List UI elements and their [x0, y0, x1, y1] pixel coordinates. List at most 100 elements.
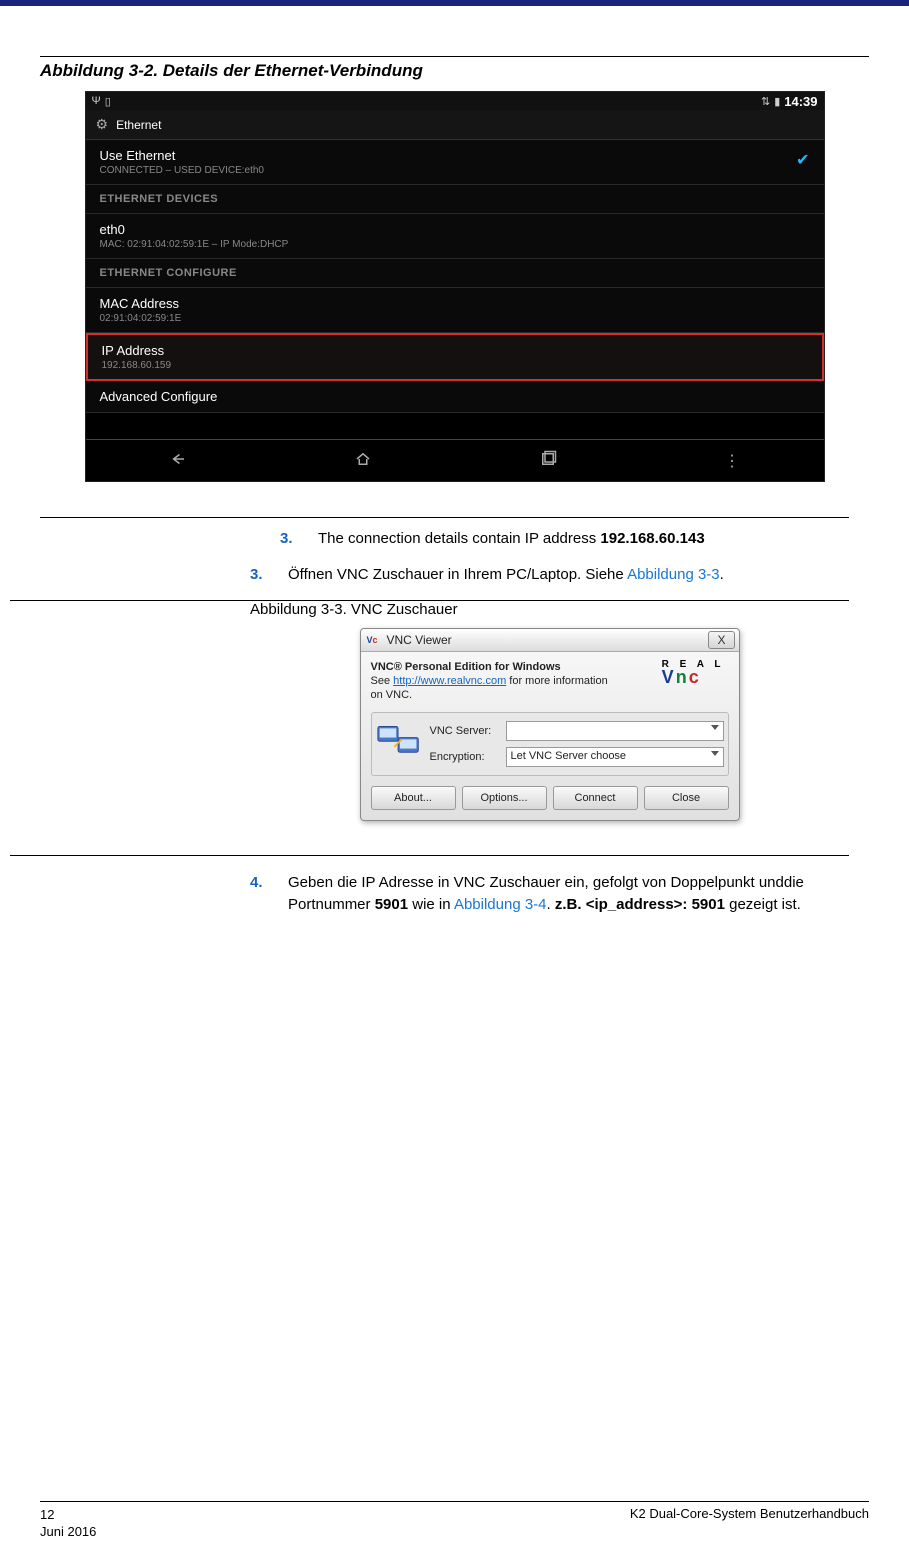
page-number: 12 — [40, 1506, 96, 1524]
vnc-fields: VNC Server: Encryption: Let VNC Server c… — [430, 721, 724, 767]
row-sub: CONNECTED – USED DEVICE:eth0 — [100, 165, 810, 176]
vnc-info-text: VNC® Personal Edition for Windows See ht… — [371, 660, 621, 703]
status-left-icons: Ψ ▯ — [92, 95, 111, 108]
page-footer: 12 Juni 2016 K2 Dual-Core-System Benutze… — [40, 1501, 869, 1541]
text: gezeigt ist. — [725, 896, 801, 913]
row-label: eth0 — [100, 222, 810, 237]
row-label: IP Address — [102, 343, 808, 358]
vnc-small-logo-icon: Vc — [367, 633, 381, 647]
ethernet-devices-header: ETHERNET DEVICES — [86, 185, 824, 214]
use-ethernet-row[interactable]: Use Ethernet CONNECTED – USED DEVICE:eth… — [86, 140, 824, 185]
dropdown-caret-icon — [711, 751, 719, 756]
text: . — [547, 896, 555, 913]
eth0-row[interactable]: eth0 MAC: 02:91:04:02:59:1E – IP Mode:DH… — [86, 214, 824, 259]
step-3b: 3. Öffnen VNC Zuschauer in Ihrem PC/Lapt… — [250, 564, 849, 586]
screen-blank-space — [86, 413, 824, 439]
example-bold: z.B. <ip_address>: 5901 — [555, 896, 725, 913]
nav-recent-button[interactable] — [539, 450, 557, 471]
ip-bold: 192.168.60.143 — [600, 530, 704, 547]
text: Öffnen VNC Zuschauer in Ihrem PC/Laptop.… — [288, 566, 627, 583]
notification-icon: ▯ — [105, 95, 111, 108]
step-4: 4. Geben die IP Adresse in VNC Zuschauer… — [250, 872, 849, 916]
vnc-server-input[interactable] — [506, 721, 724, 741]
figure-wrapper: Ψ ▯ ⇅ ▮ 14:39 ⚙ Ethernet Use Ethern — [40, 91, 869, 482]
android-ethernet-screen: Ψ ▯ ⇅ ▮ 14:39 ⚙ Ethernet Use Ethern — [85, 91, 825, 482]
figure-rule-bottom — [40, 517, 849, 518]
vnc-button-row: About... Options... Connect Close — [371, 786, 729, 810]
network-icon: ⇅ — [761, 95, 770, 108]
footer-doc-title: K2 Dual-Core-System Benutzerhandbuch — [630, 1506, 869, 1521]
window-close-button[interactable]: X — [708, 631, 734, 649]
text: The connection details contain IP addres… — [318, 530, 600, 547]
info-url[interactable]: http://www.realvnc.com — [393, 675, 506, 687]
encryption-label: Encryption: — [430, 751, 500, 763]
connect-button[interactable]: Connect — [553, 786, 638, 810]
figure-wrapper: Vc VNC Viewer X VNC® Personal Edition fo… — [250, 618, 849, 842]
vnc-viewer-window: Vc VNC Viewer X VNC® Personal Edition fo… — [360, 628, 740, 822]
ethernet-configure-header: ETHERNET CONFIGURE — [86, 259, 824, 288]
footer-date: Juni 2016 — [40, 1523, 96, 1541]
options-button[interactable]: Options... — [462, 786, 547, 810]
step-number: 3. — [250, 564, 270, 586]
text: . — [720, 566, 724, 583]
mac-address-row[interactable]: MAC Address 02:91:04:02:59:1E — [86, 288, 824, 333]
body-text-column: 3. The connection details contain IP add… — [40, 517, 869, 916]
row-label: Use Ethernet — [100, 148, 810, 163]
vnc-server-label: VNC Server: — [430, 725, 500, 737]
figure-3-2: Abbildung 3-2. Details der Ethernet-Verb… — [40, 56, 869, 482]
figure-3-3: Abbildung 3-3. VNC Zuschauer Vc VNC View… — [250, 600, 849, 857]
info-a: See — [371, 675, 394, 687]
window-title: VNC Viewer — [387, 633, 452, 647]
vnc-server-row: VNC Server: — [430, 721, 724, 741]
ip-address-row[interactable]: IP Address 192.168.60.159 — [86, 333, 824, 381]
close-button[interactable]: Close — [644, 786, 729, 810]
nav-menu-icon[interactable]: ⋮ — [724, 451, 740, 471]
android-status-bar: Ψ ▯ ⇅ ▮ 14:39 — [86, 92, 824, 110]
vnc-header: VNC® Personal Edition for Windows See ht… — [371, 660, 729, 703]
step-text: The connection details contain IP addres… — [318, 528, 705, 550]
activity-title: Ethernet — [116, 118, 161, 132]
encryption-select[interactable]: Let VNC Server choose — [506, 747, 724, 767]
figure-link[interactable]: Abbildung 3-4 — [454, 896, 547, 913]
android-nav-bar: ⋮ — [86, 439, 824, 481]
advanced-configure-row[interactable]: Advanced Configure — [86, 381, 824, 413]
encryption-value: Let VNC Server choose — [511, 750, 627, 762]
figure-link[interactable]: Abbildung 3-3 — [627, 566, 720, 583]
row-label: ETHERNET CONFIGURE — [100, 267, 810, 279]
nav-home-button[interactable] — [354, 450, 372, 471]
realvnc-logo: R E A L Vnc — [662, 660, 725, 687]
encryption-row: Encryption: Let VNC Server choose — [430, 747, 724, 767]
battery-icon: ▮ — [774, 95, 780, 108]
figure-caption: Abbildung 3-2. Details der Ethernet-Verb… — [40, 61, 869, 81]
step-text: Öffnen VNC Zuschauer in Ihrem PC/Laptop.… — [288, 564, 724, 586]
row-label: Advanced Configure — [100, 389, 810, 404]
page-top-accent — [0, 0, 909, 6]
figure-rule-bottom — [10, 855, 849, 856]
port-bold: 5901 — [375, 896, 408, 913]
vnc-body: VNC® Personal Edition for Windows See ht… — [361, 652, 739, 821]
dropdown-caret-icon — [711, 725, 719, 730]
step-text: Geben die IP Adresse in VNC Zuschauer ei… — [288, 872, 849, 916]
nav-back-button[interactable] — [169, 450, 187, 471]
text: wie in — [408, 896, 454, 913]
activity-title-bar: ⚙ Ethernet — [86, 110, 824, 140]
info-header: VNC® Personal Edition for Windows — [371, 661, 561, 673]
step-number: 4. — [250, 872, 270, 916]
vnc-form: VNC Server: Encryption: Let VNC Server c… — [371, 712, 729, 776]
status-right-icons: ⇅ ▮ 14:39 — [761, 94, 818, 109]
row-label: ETHERNET DEVICES — [100, 193, 810, 205]
row-sub: MAC: 02:91:04:02:59:1E – IP Mode:DHCP — [100, 239, 810, 250]
step-number: 3. — [280, 528, 300, 550]
check-icon: ✔ — [796, 150, 809, 170]
step-3a: 3. The connection details contain IP add… — [280, 528, 849, 550]
usb-icon: Ψ — [92, 95, 101, 107]
figure-rule-top — [40, 56, 869, 57]
row-sub: 192.168.60.159 — [102, 360, 808, 371]
gear-icon: ⚙ — [96, 116, 109, 133]
figure-caption: Abbildung 3-3. VNC Zuschauer — [250, 601, 849, 618]
about-button[interactable]: About... — [371, 786, 456, 810]
footer-left: 12 Juni 2016 — [40, 1506, 96, 1541]
vnc-titlebar: Vc VNC Viewer X — [361, 629, 739, 652]
status-clock: 14:39 — [784, 94, 817, 109]
row-label: MAC Address — [100, 296, 810, 311]
